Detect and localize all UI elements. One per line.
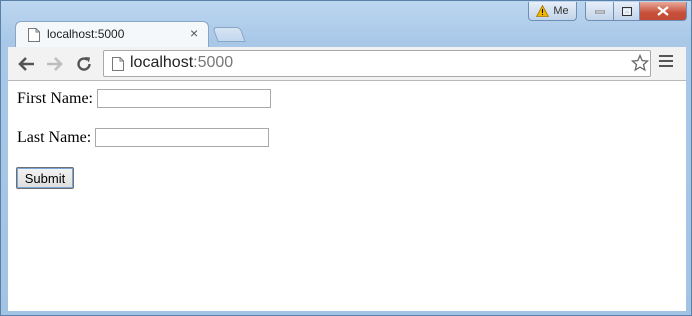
first-name-row: First Name: [17, 89, 271, 108]
url-host: localhost [130, 54, 194, 71]
profile-button[interactable]: Me [528, 2, 577, 21]
first-name-label: First Name: [17, 89, 93, 107]
page-icon [112, 57, 124, 71]
url-text: localhost:5000 [130, 54, 233, 72]
reload-icon [77, 57, 91, 71]
profile-label: Me [553, 5, 569, 17]
last-name-input[interactable] [95, 128, 270, 147]
forward-arrow-icon [47, 57, 63, 71]
forward-button[interactable] [45, 54, 65, 74]
browser-window: Me localhost:5000 × localhost:5000 First… [0, 0, 692, 316]
reload-button[interactable] [74, 54, 94, 74]
toolbar: localhost:5000 [8, 47, 686, 81]
restore-icon [621, 6, 632, 16]
last-name-row: Last Name: [17, 128, 270, 147]
close-window-button[interactable] [639, 2, 687, 21]
bookmark-star-icon[interactable] [631, 54, 649, 72]
new-tab-button[interactable] [212, 27, 246, 42]
tab-title: localhost:5000 [47, 27, 125, 41]
minimize-button[interactable] [585, 2, 614, 21]
url-port: :5000 [193, 54, 234, 71]
last-name-label: Last Name: [17, 128, 92, 146]
tab-localhost[interactable]: localhost:5000 × [15, 21, 209, 48]
chrome-menu-button[interactable] [659, 55, 673, 69]
back-button[interactable] [16, 54, 36, 74]
menu-bar-icon [659, 65, 673, 67]
address-bar[interactable]: localhost:5000 [103, 50, 651, 77]
page-content: First Name: Last Name: Submit [8, 81, 686, 311]
page-icon [28, 28, 40, 42]
warning-icon [536, 5, 550, 17]
minimize-icon [594, 10, 605, 14]
first-name-input[interactable] [97, 89, 271, 108]
tab-close-button[interactable]: × [190, 25, 198, 41]
submit-button[interactable]: Submit [16, 167, 74, 189]
close-icon [657, 6, 669, 16]
menu-bar-icon [659, 55, 673, 57]
back-arrow-icon [18, 57, 34, 71]
menu-bar-icon [659, 60, 673, 62]
restore-button[interactable] [613, 2, 640, 21]
